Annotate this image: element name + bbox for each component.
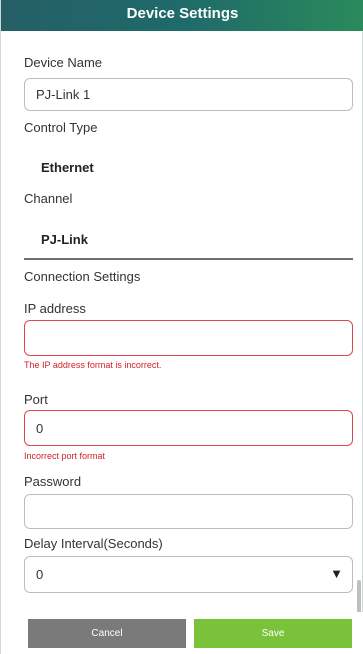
delay-interval-label: Delay Interval(Seconds) <box>24 536 163 551</box>
device-settings-panel: Device Settings Device Name PJ-Link 1 Co… <box>0 0 363 654</box>
device-name-value: PJ-Link 1 <box>36 87 91 102</box>
delay-interval-value: 0 <box>36 567 44 582</box>
password-input[interactable] <box>24 494 353 529</box>
connection-settings-heading: Connection Settings <box>24 269 141 284</box>
port-input[interactable]: 0 <box>24 410 353 446</box>
port-error: Incorrect port format <box>24 451 106 461</box>
channel-value[interactable]: PJ-Link <box>41 232 88 247</box>
port-label: Port <box>24 392 48 407</box>
cancel-button[interactable]: Cancel <box>28 619 186 648</box>
ip-address-label: IP address <box>24 301 86 316</box>
ip-address-input[interactable] <box>24 320 353 356</box>
page-title: Device Settings <box>126 5 239 22</box>
control-type-value[interactable]: Ethernet <box>41 160 94 175</box>
save-button[interactable]: Save <box>194 619 352 648</box>
password-label: Password <box>24 474 82 489</box>
port-value: 0 <box>36 420 44 436</box>
header-bar: Device Settings <box>1 0 363 31</box>
ip-address-error: The IP address format is incorrect. <box>24 360 162 370</box>
device-name-label: Device Name <box>24 55 103 70</box>
delay-interval-select[interactable]: 0 ▼ <box>24 556 353 593</box>
control-type-label: Control Type <box>24 120 98 135</box>
channel-divider <box>24 258 353 260</box>
footer-actions: Cancel Save <box>1 612 363 654</box>
channel-label: Channel <box>24 191 73 206</box>
device-name-input[interactable]: PJ-Link 1 <box>24 78 353 111</box>
caret-down-icon: ▼ <box>330 566 343 581</box>
